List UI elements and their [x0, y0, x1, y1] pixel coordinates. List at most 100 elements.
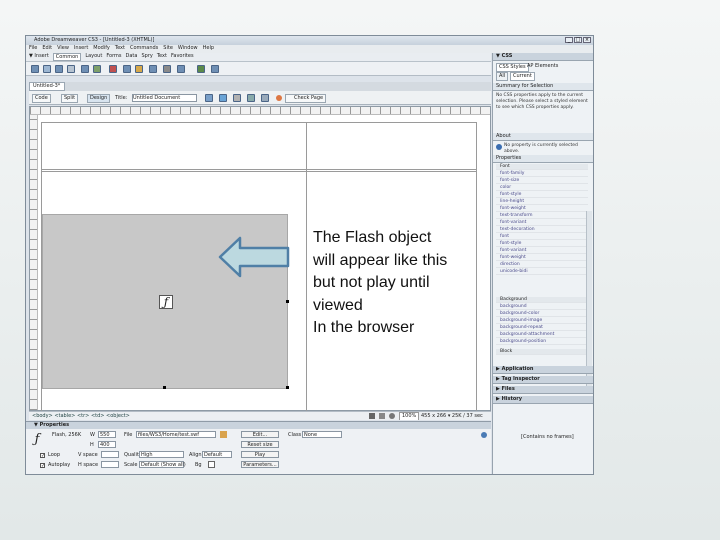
tag-inspector-panel-header[interactable]: ▶ Tag Inspector — [493, 376, 593, 384]
group-font[interactable]: Font — [496, 164, 588, 170]
tab-text[interactable]: Text — [157, 53, 167, 61]
tag-selector[interactable]: <body> <table> <tr> <td> <object> — [32, 413, 130, 420]
document-title-input[interactable]: Untitled Document — [132, 94, 197, 102]
menu-site[interactable]: Site — [163, 45, 173, 53]
autoplay-checkbox[interactable]: ✓ — [40, 463, 45, 469]
play-button[interactable]: Play — [241, 451, 279, 458]
current-mode-tab[interactable]: Current — [510, 72, 535, 81]
css-prop-row[interactable]: font — [496, 234, 588, 240]
application-panel-header[interactable]: ▶ Application — [493, 366, 593, 374]
loop-checkbox[interactable]: ✓ — [40, 453, 45, 459]
preview-in-browser-icon[interactable] — [219, 94, 227, 102]
email-link-icon[interactable] — [43, 65, 51, 73]
css-prop-row[interactable]: text-transform — [496, 213, 588, 219]
refresh-icon[interactable] — [233, 94, 241, 102]
css-styles-tab[interactable]: CSS Styles — [496, 63, 529, 72]
group-background[interactable]: Background — [496, 297, 588, 303]
css-prop-row[interactable]: font-style — [496, 192, 588, 198]
date-icon[interactable] — [123, 65, 131, 73]
menu-commands[interactable]: Commands — [130, 45, 158, 53]
all-mode-tab[interactable]: All — [496, 72, 509, 81]
check-page-button[interactable]: Check Page — [285, 94, 327, 103]
tag-chooser-icon[interactable] — [211, 65, 219, 73]
image-icon[interactable] — [93, 65, 101, 73]
css-prop-row[interactable]: direction — [496, 262, 588, 268]
parameters-button[interactable]: Parameters... — [241, 461, 279, 468]
menu-view[interactable]: View — [57, 45, 69, 53]
file-management-icon[interactable] — [205, 94, 213, 102]
css-prop-row[interactable]: background-position — [496, 339, 588, 345]
vspace-input[interactable] — [101, 451, 119, 458]
tab-layout[interactable]: Layout — [85, 53, 102, 61]
view-options-icon[interactable] — [247, 94, 255, 102]
bg-color-swatch[interactable] — [208, 461, 215, 468]
server-side-include-icon[interactable] — [135, 65, 143, 73]
minimize-button[interactable]: _ — [565, 37, 573, 43]
validate-icon[interactable] — [276, 95, 282, 101]
quality-select[interactable]: High — [139, 451, 184, 458]
css-prop-row[interactable]: background — [496, 304, 588, 310]
history-panel-header[interactable]: ▶ History — [493, 396, 593, 404]
resize-handle-right[interactable] — [286, 300, 289, 303]
css-prop-row[interactable]: line-height — [496, 199, 588, 205]
css-prop-row[interactable]: font-variant — [496, 220, 588, 226]
maximize-button[interactable]: □ — [574, 37, 582, 43]
zoom-tool-icon[interactable] — [389, 413, 395, 419]
close-button[interactable]: × — [583, 37, 591, 43]
scale-select[interactable]: Default (Show all) — [139, 461, 186, 468]
align-select[interactable]: Default — [202, 451, 232, 458]
split-view-button[interactable]: Split — [61, 94, 79, 103]
menu-help[interactable]: Help — [203, 45, 214, 53]
reset-size-button[interactable]: Reset size — [241, 441, 279, 448]
div-icon[interactable] — [81, 65, 89, 73]
resize-handle-corner[interactable] — [286, 386, 289, 389]
height-input[interactable]: 400 — [98, 441, 116, 448]
hyperlink-icon[interactable] — [31, 65, 39, 73]
properties-scrollbar[interactable] — [586, 211, 592, 391]
css-prop-row[interactable]: font-family — [496, 171, 588, 177]
tab-untitled-3[interactable]: Untitled-3* — [29, 82, 65, 91]
css-prop-row[interactable]: unicode-bidi — [496, 269, 588, 275]
css-prop-row[interactable]: font-size — [496, 178, 588, 184]
css-prop-row[interactable]: color — [496, 185, 588, 191]
ap-elements-tab[interactable]: AP Elements — [525, 63, 560, 70]
menu-file[interactable]: File — [29, 45, 37, 53]
css-panel-header[interactable]: ▼ CSS — [493, 53, 593, 61]
tab-data[interactable]: Data — [126, 53, 138, 61]
select-tool-icon[interactable] — [369, 413, 375, 419]
table-icon[interactable] — [67, 65, 75, 73]
class-select[interactable]: None — [302, 431, 342, 438]
group-block[interactable]: Block — [496, 349, 588, 355]
hand-tool-icon[interactable] — [379, 413, 385, 419]
insert-bar-toggle[interactable]: ▼ Insert — [29, 53, 49, 61]
named-anchor-icon[interactable] — [55, 65, 63, 73]
menu-modify[interactable]: Modify — [93, 45, 110, 53]
tab-spry[interactable]: Spry — [141, 53, 152, 61]
folder-icon[interactable] — [220, 431, 227, 438]
file-path-input[interactable]: files/WS3/Home/test.swf — [136, 431, 216, 438]
script-icon[interactable] — [177, 65, 185, 73]
edit-button[interactable]: Edit... — [241, 431, 279, 438]
media-icon[interactable] — [109, 65, 117, 73]
head-icon[interactable] — [163, 65, 171, 73]
templates-icon[interactable] — [197, 65, 205, 73]
css-prop-row[interactable]: font-weight — [496, 255, 588, 261]
css-prop-row[interactable]: background-repeat — [496, 325, 588, 331]
css-prop-row[interactable]: text-decoration — [496, 227, 588, 233]
css-prop-row[interactable]: background-color — [496, 311, 588, 317]
comment-icon[interactable] — [149, 65, 157, 73]
tab-common[interactable]: Common — [52, 53, 82, 61]
css-prop-row[interactable]: font-weight — [496, 206, 588, 212]
design-view-button[interactable]: Design — [87, 94, 111, 103]
width-input[interactable]: 550 — [98, 431, 116, 438]
tab-favorites[interactable]: Favorites — [171, 53, 194, 61]
resize-handle-bottom[interactable] — [163, 386, 166, 389]
css-prop-row[interactable]: background-image — [496, 318, 588, 324]
help-icon[interactable] — [481, 432, 487, 438]
menu-edit[interactable]: Edit — [42, 45, 52, 53]
properties-panel-header[interactable]: ▼ Properties — [26, 421, 491, 429]
tab-forms[interactable]: Forms — [106, 53, 121, 61]
menu-text[interactable]: Text — [115, 45, 125, 53]
visual-aids-icon[interactable] — [261, 94, 269, 102]
css-prop-row[interactable]: font-variant — [496, 248, 588, 254]
